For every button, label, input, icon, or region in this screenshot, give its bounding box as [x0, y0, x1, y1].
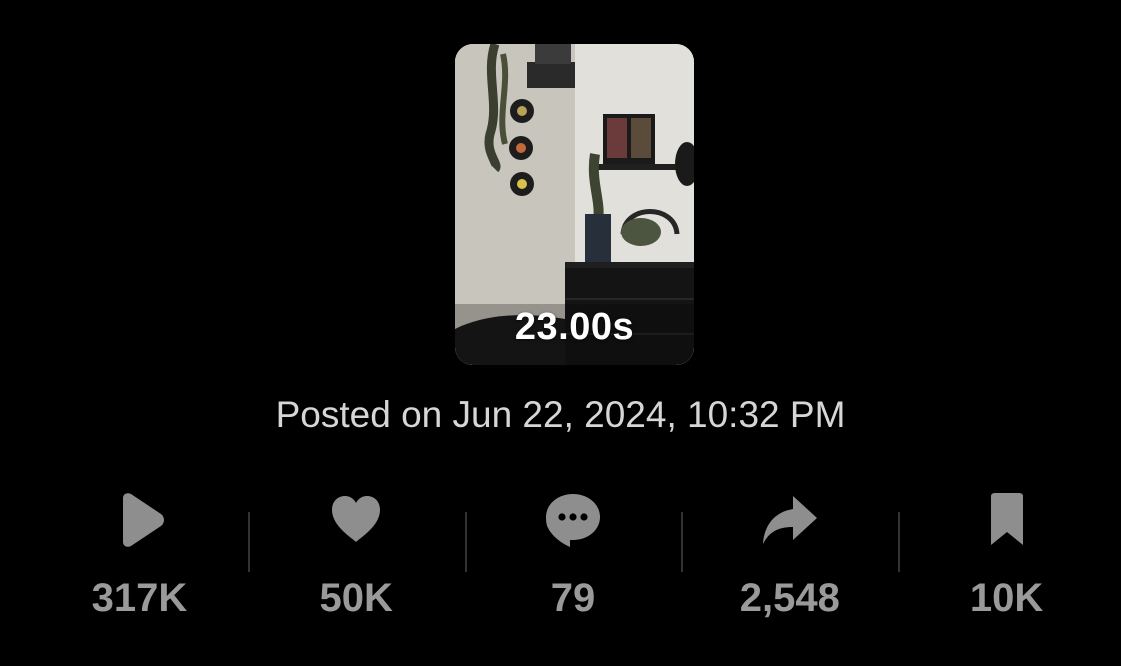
stat-divider	[681, 512, 684, 572]
stat-divider	[898, 512, 901, 572]
heart-icon	[326, 490, 386, 550]
stat-divider	[247, 512, 250, 572]
stat-divider	[464, 512, 467, 572]
bookmark-icon	[977, 490, 1037, 550]
comment-icon	[543, 490, 603, 550]
stat-comments: 79	[464, 486, 682, 636]
share-icon	[760, 490, 820, 550]
saves-count: 10K	[969, 576, 1044, 620]
video-thumbnail[interactable]: 23.00s	[455, 44, 694, 365]
shares-count: 2,548	[739, 576, 840, 620]
stat-saves: 10K	[898, 486, 1115, 636]
stat-likes: 50K	[247, 486, 465, 636]
stat-shares: 2,548	[681, 486, 898, 636]
posted-date: Posted on Jun 22, 2024, 10:32 PM	[275, 394, 846, 435]
views-count: 317K	[91, 576, 188, 620]
video-stats: 317K 50K 79 2,548 10K	[31, 486, 1115, 636]
comments-count: 79	[550, 576, 596, 620]
stat-views: 317K	[31, 486, 248, 636]
play-icon	[109, 490, 169, 550]
likes-count: 50K	[319, 576, 393, 620]
video-duration: 23.00s	[514, 306, 635, 348]
